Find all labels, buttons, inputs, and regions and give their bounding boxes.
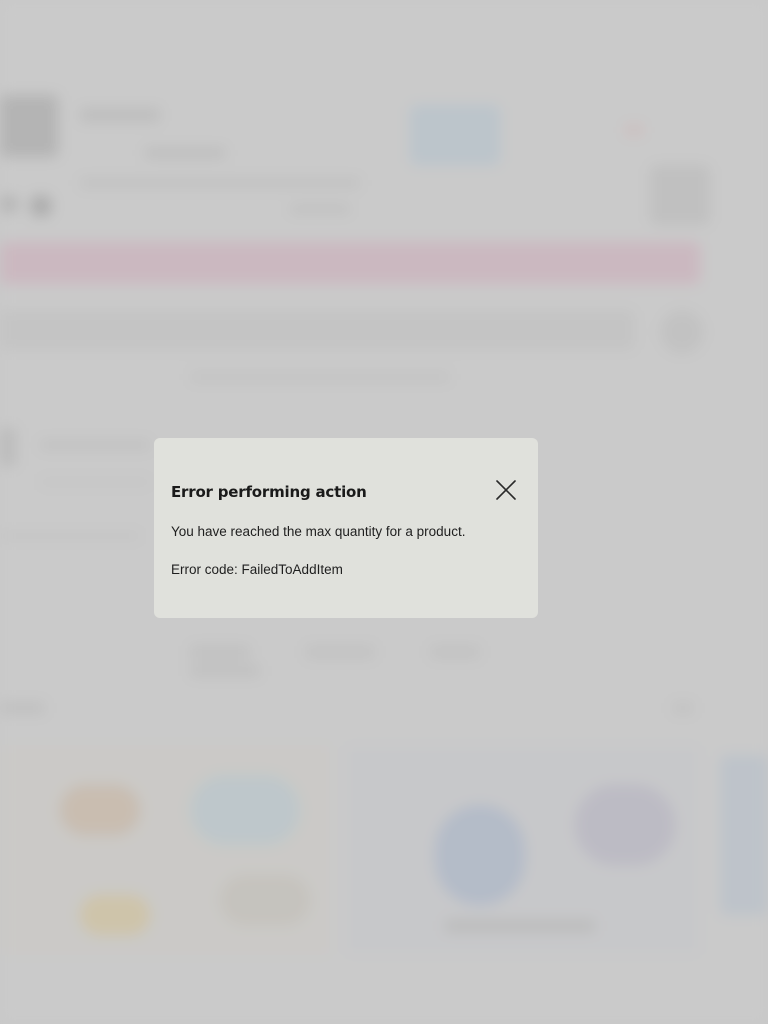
dialog-message: You have reached the max quantity for a … [171, 524, 466, 539]
error-code: Error code: FailedToAddItem [171, 562, 343, 577]
dialog-title: Error performing action [171, 483, 367, 501]
close-button[interactable] [493, 477, 519, 503]
close-icon [495, 479, 517, 501]
error-dialog: Error performing action You have reached… [154, 438, 538, 618]
